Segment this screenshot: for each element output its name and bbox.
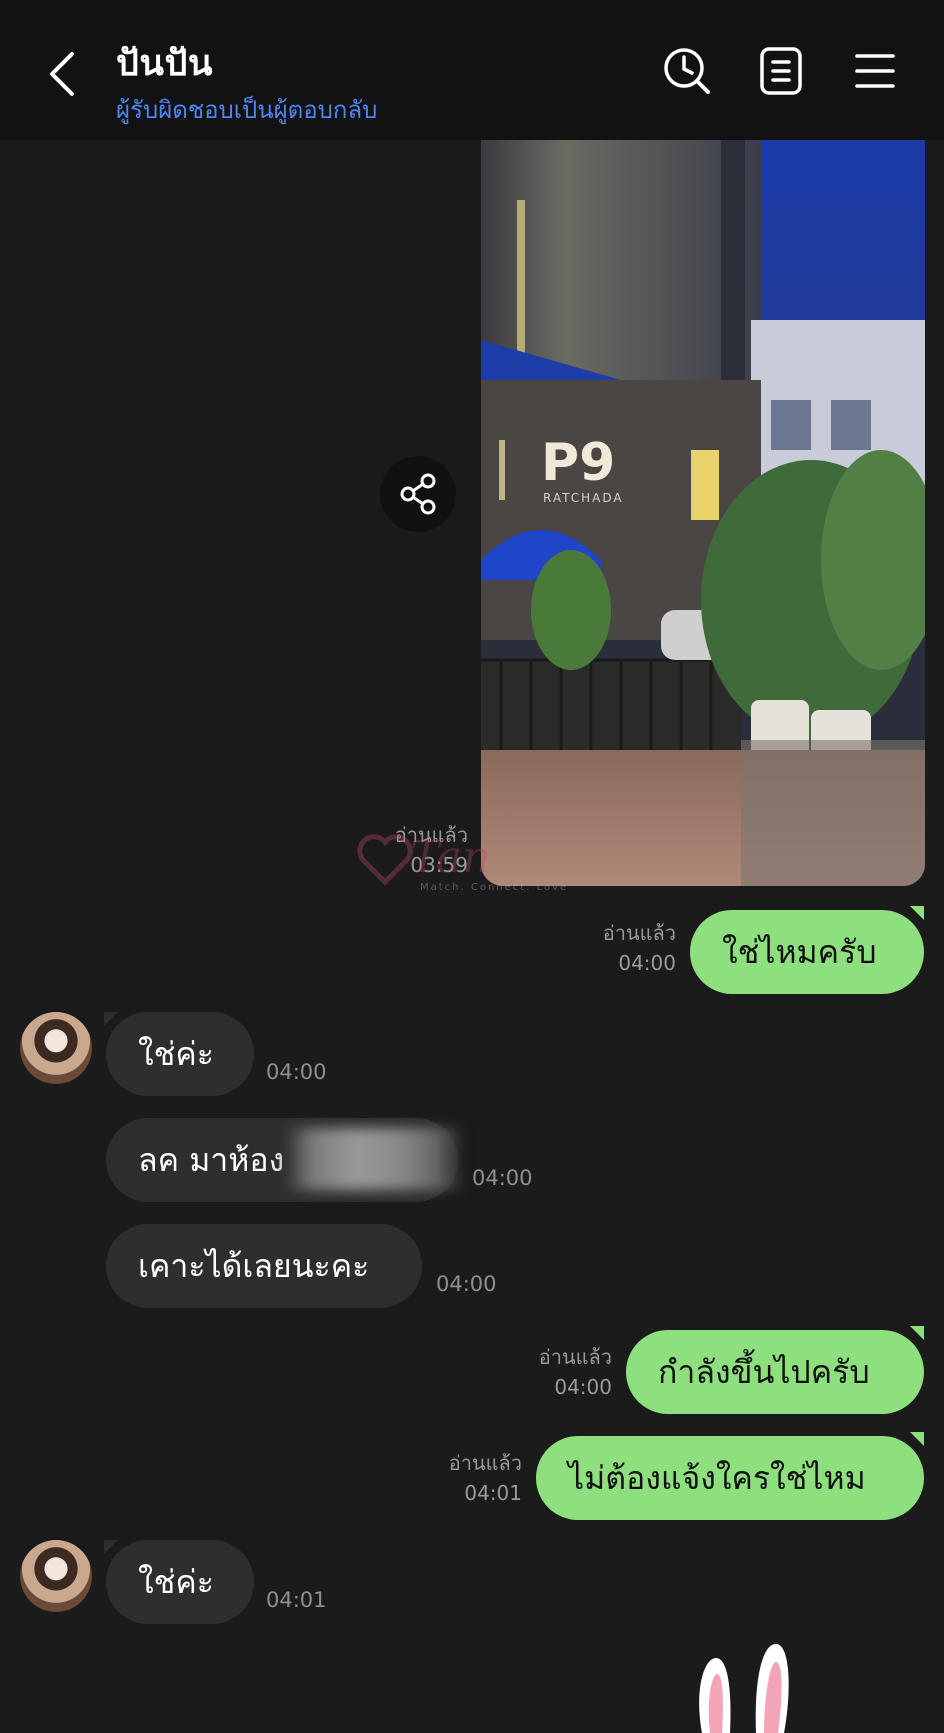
incoming-message-bubble[interactable]: ใช่ค่ะ: [106, 1012, 254, 1096]
read-status: อ่านแล้ว: [602, 921, 676, 945]
heart-logo-icon: [357, 834, 413, 886]
message-time: 04:00: [618, 951, 676, 975]
read-status: อ่านแล้ว: [538, 1345, 612, 1369]
svg-text:RATCHADA: RATCHADA: [543, 491, 624, 505]
message-meta: อ่านแล้ว 04:01: [386, 1448, 522, 1508]
chat-area[interactable]: P9 RATCHADA อ่านแล้ว 03:59 Tan Match. Co…: [0, 140, 944, 1733]
share-button[interactable]: [380, 456, 456, 532]
message-time: 04:00: [472, 1166, 533, 1190]
message-time: 04:01: [266, 1588, 327, 1612]
read-status: อ่านแล้ว: [448, 1451, 522, 1475]
menu-icon[interactable]: [848, 44, 902, 98]
redacted-text: [285, 1128, 460, 1190]
contact-name[interactable]: ปันปัน: [116, 34, 213, 91]
building-sign: P9 RATCHADA: [541, 433, 624, 505]
watermark-text: Tan: [410, 832, 491, 883]
chat-header: ปันปัน ผู้รับผิดชอบเป็นผู้ตอบกลับ: [0, 0, 944, 140]
svg-text:P9: P9: [541, 433, 615, 493]
bunny-sticker-icon[interactable]: [690, 1640, 800, 1733]
bubble-tail: [104, 1012, 118, 1026]
incoming-message-bubble[interactable]: ใช่ค่ะ: [106, 1540, 254, 1624]
outgoing-message-bubble[interactable]: ไม่ต้องแจ้งใครใช่ไหม: [536, 1436, 924, 1520]
message-meta: อ่านแล้ว 04:00: [540, 918, 676, 978]
message-time: 04:01: [464, 1481, 522, 1505]
outgoing-message-bubble[interactable]: กำลังขึ้นไปครับ: [626, 1330, 924, 1414]
avatar[interactable]: [20, 1012, 92, 1084]
bubble-tail: [910, 1326, 924, 1340]
avatar[interactable]: [20, 1540, 92, 1612]
clock-search-icon[interactable]: [660, 44, 714, 98]
message-time: 04:00: [554, 1375, 612, 1399]
bubble-tail: [910, 906, 924, 920]
notes-icon[interactable]: [754, 44, 808, 98]
contact-subtitle: ผู้รับผิดชอบเป็นผู้ตอบกลับ: [116, 96, 378, 124]
incoming-message-bubble[interactable]: เคาะได้เลยนะคะ: [106, 1224, 422, 1308]
message-time: 04:00: [436, 1272, 497, 1296]
message-meta: อ่านแล้ว 04:00: [476, 1342, 612, 1402]
outgoing-message-bubble[interactable]: ใช่ไหมครับ: [690, 910, 924, 994]
bubble-tail: [910, 1432, 924, 1446]
bubble-tail: [104, 1540, 118, 1554]
back-icon[interactable]: [44, 48, 84, 100]
message-time: 04:00: [266, 1060, 327, 1084]
photo-message[interactable]: P9 RATCHADA: [481, 140, 925, 886]
watermark-tagline: Match. Connect. Love: [420, 882, 569, 893]
share-icon: [400, 473, 436, 515]
